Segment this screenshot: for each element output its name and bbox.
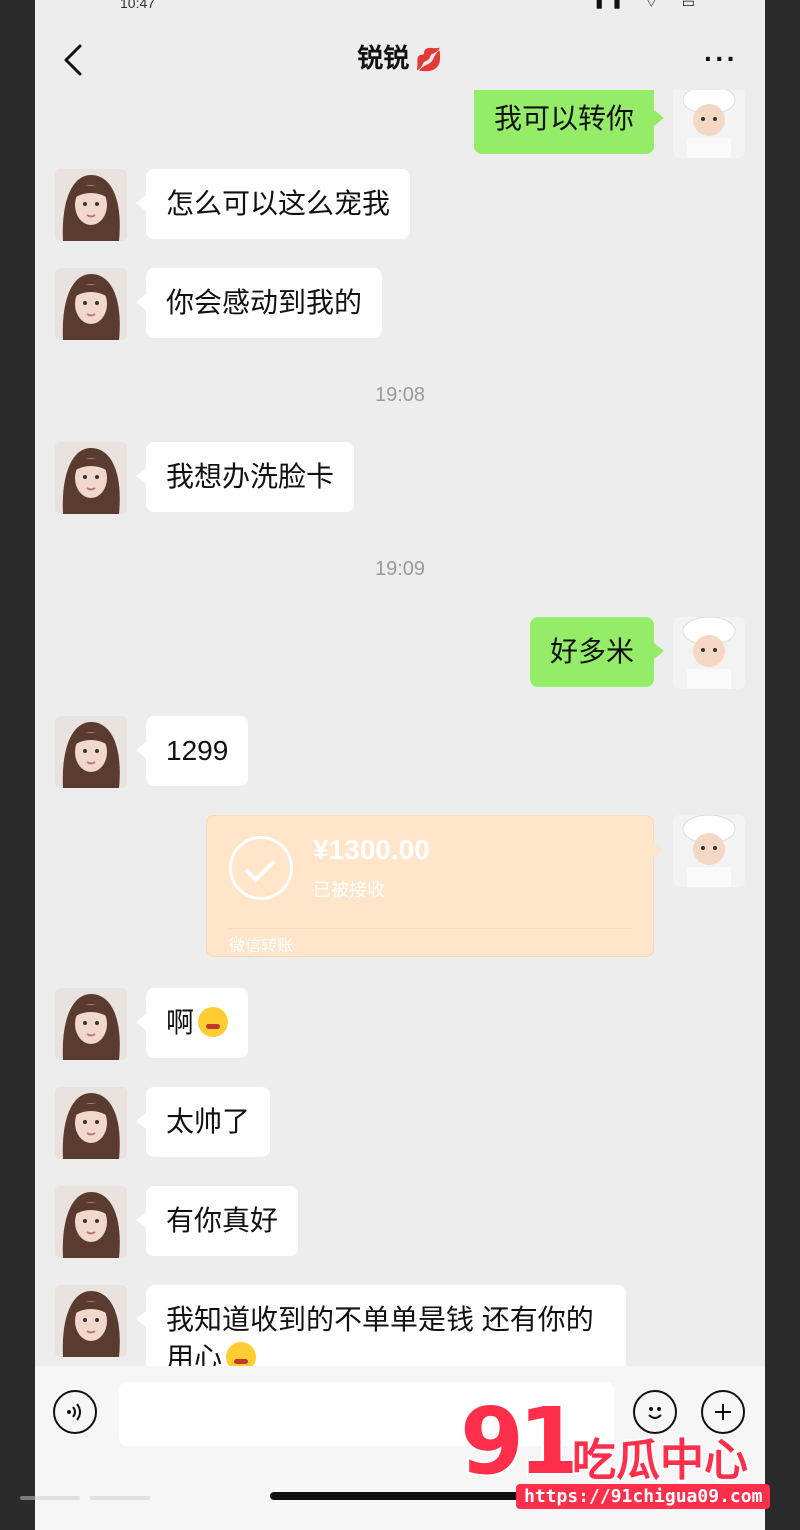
girl-avatar-icon (55, 988, 127, 1060)
message-bubble-out[interactable]: 我可以转你 (473, 90, 665, 154)
chat-title: 锐锐 💋 (35, 38, 765, 75)
contact-name: 锐锐 (357, 43, 410, 73)
check-circle-icon (229, 836, 293, 900)
my-avatar[interactable] (673, 617, 745, 689)
message-bubble-in[interactable]: 1299 (135, 716, 249, 786)
timestamp: 19:09 (374, 558, 426, 580)
voice-icon (67, 1403, 81, 1421)
timestamp: 19:08 (374, 384, 426, 406)
chat-area[interactable]: 我可以转你 怎么可以这么宠我 你会感动到我的 19:08 我想办洗脸卡 19:0… (35, 90, 765, 1366)
transfer-divider (229, 928, 631, 929)
phone-screen: 10:47 ▮▮ ⌔ ▭ 锐锐 💋 ··· 我可以转你 怎么可以这么宠我 你会感… (20, 0, 765, 1530)
girl-avatar-icon (55, 268, 127, 340)
message-bubble-in[interactable]: 怎么可以这么宠我 (135, 169, 411, 239)
girl-avatar-icon (55, 1087, 127, 1159)
status-bar: 10:47 ▮▮ ⌔ ▭ (35, 0, 765, 16)
transfer-card[interactable]: ¥1300.00 已被接收 微信转账 (206, 815, 663, 957)
contact-avatar[interactable] (55, 1186, 127, 1258)
child-avatar-icon (673, 617, 745, 689)
my-avatar[interactable] (673, 90, 745, 158)
child-avatar-icon (673, 815, 745, 887)
message-bubble-in[interactable]: 我知道收到的不单单是钱 还有你的用心 (136, 1285, 626, 1366)
transfer-amount: ¥1300.00 (313, 834, 430, 865)
my-avatar[interactable] (673, 815, 745, 887)
message-bubble-in[interactable]: 我想办洗脸卡 (135, 442, 355, 512)
contact-avatar[interactable] (55, 1087, 127, 1159)
gesture-bar-left-2 (90, 1496, 150, 1500)
girl-avatar-icon (55, 169, 127, 241)
angry-face-icon (226, 1342, 257, 1366)
message-bubble-in[interactable]: 啊 (135, 988, 249, 1058)
message-bubble-out[interactable]: 好多米 (529, 617, 665, 687)
more-button[interactable]: ··· (699, 43, 743, 74)
status-time: 10:47 (120, 0, 156, 11)
message-bubble-in[interactable]: 有你真好 (135, 1186, 299, 1256)
transfer-label: 微信转账 (229, 938, 294, 955)
contact-avatar[interactable] (55, 1285, 127, 1357)
contact-avatar[interactable] (55, 268, 127, 340)
girl-avatar-icon (55, 716, 127, 788)
device-frame-right (765, 0, 800, 1530)
transfer-status: 已被接收 (313, 880, 385, 900)
contact-avatar[interactable] (55, 716, 127, 788)
girl-avatar-icon (55, 442, 127, 514)
device-frame-left (0, 0, 35, 1530)
lips-emoji: 💋 (415, 47, 443, 72)
shushing-face-icon (198, 1007, 229, 1037)
contact-avatar[interactable] (55, 442, 127, 514)
voice-button[interactable] (53, 1390, 97, 1434)
contact-avatar[interactable] (55, 988, 127, 1060)
watermark-number: 91 (460, 1388, 582, 1495)
message-bubble-in[interactable]: 你会感动到我的 (135, 268, 383, 338)
message-text: 啊 (166, 1007, 195, 1038)
contact-avatar[interactable] (55, 169, 127, 241)
more-icon: ··· (704, 43, 738, 74)
girl-avatar-icon (55, 1285, 127, 1357)
child-avatar-icon (673, 90, 745, 158)
status-icons: ▮▮ ⌔ ▭ (595, 0, 705, 10)
gesture-bar-left (20, 1496, 80, 1500)
watermark-url: https://91chigua09.com (516, 1484, 771, 1509)
message-bubble-in[interactable]: 太帅了 (135, 1087, 271, 1157)
watermark: 91 吃瓜中心 https://91chigua09.com (460, 1396, 780, 1520)
watermark-brand: 吃瓜中心 (572, 1435, 748, 1486)
girl-avatar-icon (55, 1186, 127, 1258)
